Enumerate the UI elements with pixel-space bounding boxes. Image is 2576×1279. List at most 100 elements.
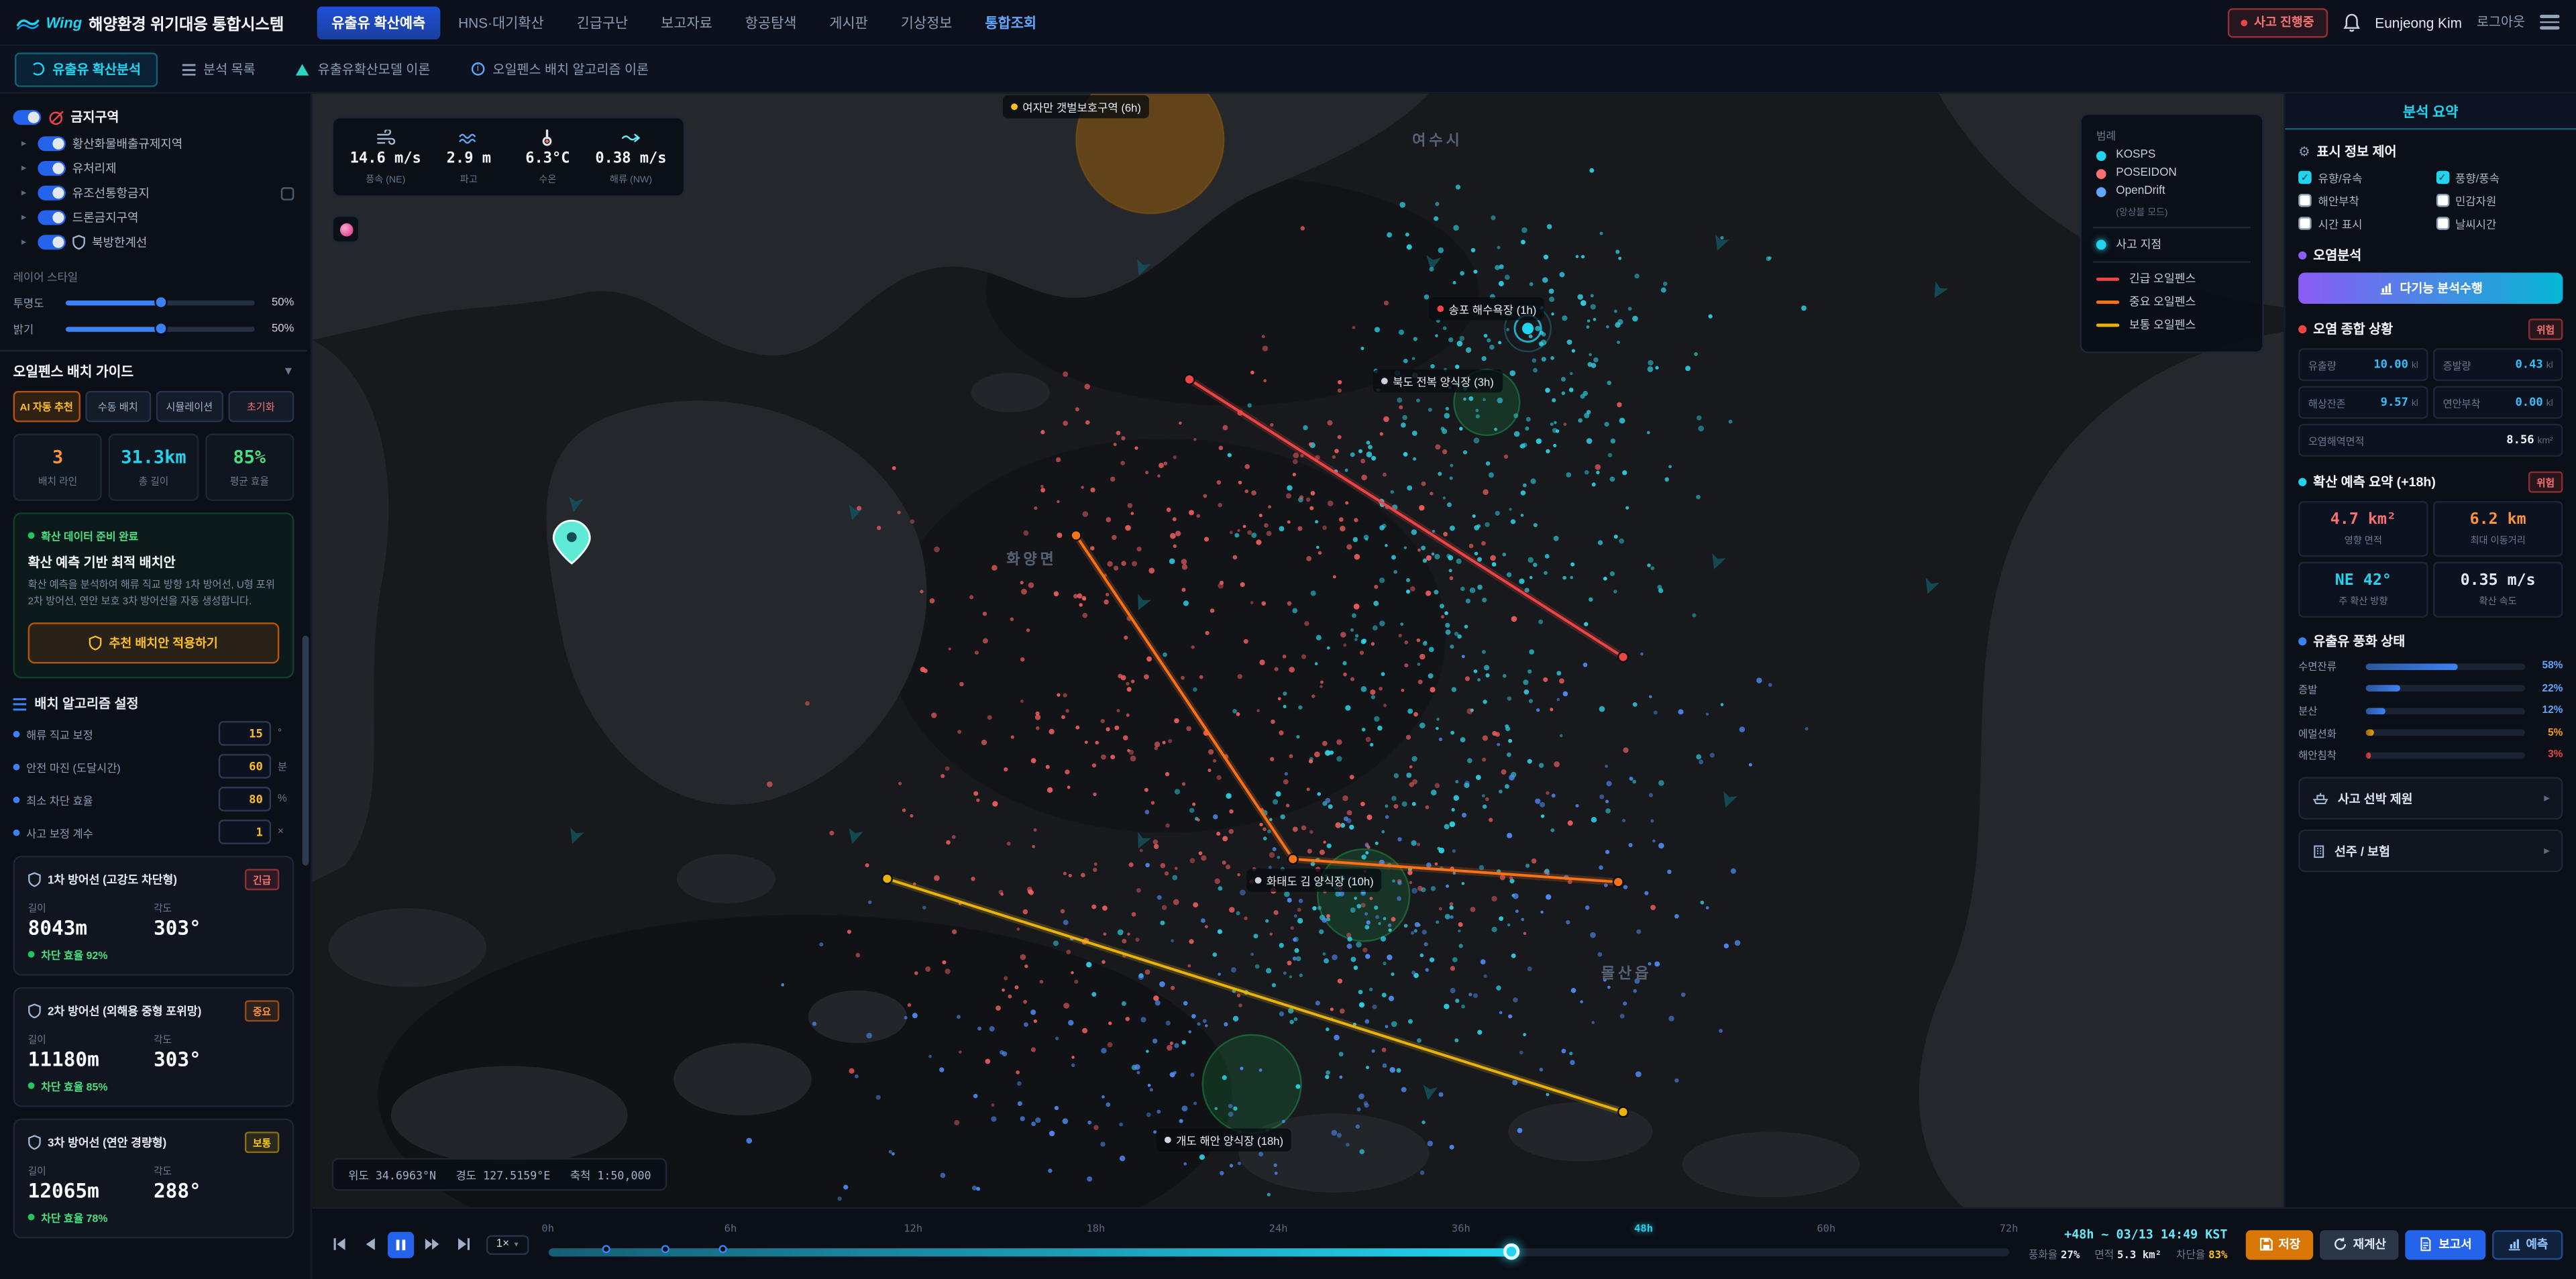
fence-endpoint[interactable]	[882, 874, 892, 884]
nav-item-3[interactable]: 긴급구난	[562, 6, 643, 39]
action-4-button[interactable]: 예측	[2491, 1229, 2563, 1259]
action-3-button[interactable]: 보고서	[2406, 1229, 2485, 1259]
expand-chevron-icon[interactable]: ▸	[21, 138, 32, 150]
action-2-button[interactable]: 재계산	[2320, 1229, 2400, 1259]
zone-settings-icon[interactable]	[281, 186, 294, 200]
collapsed-section-2[interactable]: 선주 / 보험▸	[2298, 830, 2563, 873]
map-viewport[interactable]: 여수시화양면돌산읍여자만 갯벌보호구역 (6h)송포 해수욕장 (1h)북도 전…	[312, 94, 2284, 1207]
timeline-tick[interactable]: 36h	[1452, 1223, 1470, 1234]
pause-button[interactable]	[388, 1231, 414, 1258]
fence-endpoint[interactable]	[1185, 374, 1195, 384]
checkbox-icon[interactable]: ✓	[2436, 171, 2449, 184]
display-checkbox-2[interactable]: ✓풍향/풍속	[2436, 169, 2563, 185]
param-input[interactable]: 15	[219, 722, 271, 746]
action-1-button[interactable]: 저장	[2245, 1229, 2313, 1259]
mode-button-4[interactable]: 초기화	[227, 391, 294, 423]
slider-track[interactable]	[66, 300, 255, 304]
timeline-tick[interactable]: 24h	[1269, 1223, 1288, 1234]
deploy-marker[interactable]	[719, 1245, 727, 1253]
step-back-button[interactable]	[356, 1231, 382, 1258]
pollution-analysis-title: 오염분석	[2313, 246, 2361, 264]
nav-item-7[interactable]: 기상정보	[886, 6, 967, 39]
display-checkbox-4[interactable]: 민감자원	[2436, 192, 2563, 209]
param-input[interactable]: 80	[219, 787, 271, 812]
nav-item-5[interactable]: 항공탐색	[731, 6, 812, 39]
tab-3[interactable]: 유출유확산모델 이론	[280, 52, 446, 86]
fence-endpoint[interactable]	[1618, 652, 1628, 662]
expand-chevron-icon[interactable]: ▸	[21, 237, 32, 248]
skip-end-button[interactable]	[450, 1231, 476, 1258]
slider-track[interactable]	[66, 326, 255, 331]
deploy-marker[interactable]	[661, 1245, 669, 1253]
menu-hamburger-icon[interactable]	[2540, 15, 2559, 30]
display-checkbox-5[interactable]: 시간 표시	[2298, 215, 2426, 231]
param-input[interactable]: 1	[219, 820, 271, 845]
checkbox-icon[interactable]	[2436, 194, 2449, 207]
fence-endpoint[interactable]	[1071, 531, 1081, 541]
playback-speed-selector[interactable]: 1×▾	[486, 1234, 528, 1254]
timeline-slider[interactable]	[548, 1247, 2009, 1256]
checkbox-icon[interactable]	[2436, 217, 2449, 230]
timeline-tick[interactable]: 18h	[1086, 1223, 1105, 1234]
mode-button-1[interactable]: AI 자동 추천	[13, 391, 80, 423]
zone-toggle[interactable]	[38, 161, 66, 176]
param-input[interactable]: 60	[219, 755, 271, 779]
timeline-tick[interactable]: 48h	[1634, 1223, 1653, 1234]
nav-item-6[interactable]: 게시판	[814, 6, 883, 39]
timeline-tick[interactable]: 12h	[904, 1223, 922, 1234]
collapsed-section-1[interactable]: 사고 선박 제원▸	[2298, 777, 2563, 820]
summary-tab[interactable]: 분석 요약	[2286, 94, 2576, 130]
checkbox-icon[interactable]: ✓	[2298, 171, 2312, 184]
checkbox-icon[interactable]	[2298, 194, 2312, 207]
pollution-label: 증발량	[2443, 357, 2471, 372]
nav-item-2[interactable]: HNS·대기확산	[443, 6, 559, 39]
fence-endpoint[interactable]	[1288, 854, 1298, 864]
zone-toggle[interactable]	[38, 235, 66, 249]
sensitive-resource-button[interactable]	[332, 215, 360, 243]
zone-toggle[interactable]	[38, 136, 66, 151]
timeline-tick[interactable]: 72h	[2000, 1223, 2019, 1234]
display-checkbox-3[interactable]: 해안부착	[2298, 192, 2426, 209]
timeline-tick[interactable]: 0h	[541, 1223, 554, 1234]
timeline-tick[interactable]: 60h	[1817, 1223, 1835, 1234]
tab-1[interactable]: 유출유 확산분석	[15, 52, 157, 86]
slider-knob[interactable]	[154, 322, 167, 335]
timeline-tick[interactable]: 6h	[724, 1223, 737, 1234]
zones-master-toggle[interactable]	[13, 110, 42, 125]
defense-line-card-1[interactable]: 1차 방어선 (고강도 차단형)긴급길이8043m각도303°차단 효율 92%	[13, 856, 294, 976]
logout-button[interactable]: 로그아웃	[2477, 13, 2525, 32]
defense-line-card-3[interactable]: 3차 방어선 (연안 경량형)보통길이12065m각도288°차단 효율 78%	[13, 1119, 294, 1239]
multi-analysis-button[interactable]: 다기능 분석수행	[2298, 273, 2563, 304]
shield-icon	[28, 1135, 42, 1150]
skip-start-button[interactable]	[325, 1231, 352, 1258]
notifications-bell-icon[interactable]	[2342, 12, 2360, 32]
fast-forward-button[interactable]	[419, 1231, 445, 1258]
slider-knob[interactable]	[154, 296, 167, 309]
zone-toggle[interactable]	[38, 186, 66, 201]
tab-2[interactable]: 분석 목록	[166, 52, 272, 86]
fence-endpoint[interactable]	[1618, 1107, 1628, 1117]
apply-recommendation-button[interactable]: 추천 배치안 적용하기	[28, 623, 280, 664]
nav-item-4[interactable]: 보고자료	[646, 6, 727, 39]
tab-4[interactable]: i오일펜스 배치 알고리즘 이론	[455, 52, 665, 86]
expand-chevron-icon[interactable]: ▸	[21, 187, 32, 199]
display-checkbox-6[interactable]: 날씨시간	[2436, 215, 2563, 231]
expand-chevron-icon[interactable]: ▸	[21, 162, 32, 174]
display-checkbox-1[interactable]: ✓유향/유속	[2298, 169, 2426, 185]
legend-model-item: OpenDrift	[2096, 186, 2247, 197]
defense-line-card-2[interactable]: 2차 방어선 (외해용 중형 포위망)중요길이11180m각도303°차단 효율…	[13, 987, 294, 1107]
mode-button-3[interactable]: 시뮬레이션	[156, 391, 223, 423]
checkbox-icon[interactable]	[2298, 217, 2312, 230]
nav-item-1[interactable]: 유출유 확산예측	[317, 6, 440, 39]
incident-point-marker[interactable]	[1522, 323, 1534, 334]
expand-chevron-icon[interactable]: ▸	[21, 212, 32, 223]
fence-guide-header[interactable]: 오일펜스 배치 가이드 ▼	[13, 362, 294, 381]
nav-item-8[interactable]: 통합조회	[970, 6, 1051, 39]
zone-toggle[interactable]	[38, 210, 66, 225]
timeline-handle[interactable]	[1504, 1243, 1520, 1259]
mode-button-2[interactable]: 수동 배치	[85, 391, 151, 423]
deploy-marker[interactable]	[602, 1245, 610, 1253]
sidebar-scrollbar[interactable]	[303, 636, 309, 866]
fence-endpoint[interactable]	[1613, 877, 1623, 887]
legend-note: (앙상블 모드)	[2116, 204, 2247, 219]
